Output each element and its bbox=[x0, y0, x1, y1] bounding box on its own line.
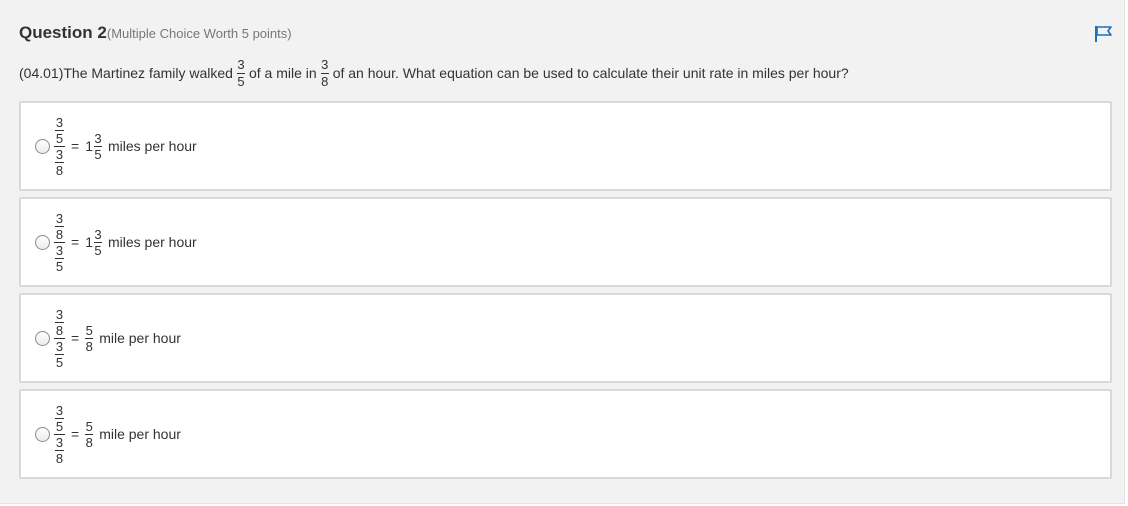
result-whole: 1 bbox=[85, 234, 93, 250]
radio-button[interactable] bbox=[35, 235, 50, 250]
fraction-denominator: 8 bbox=[321, 73, 329, 89]
question-prefix: (04.01)The Martinez family walked bbox=[19, 65, 233, 81]
complex-fraction: 3 8 3 5 bbox=[54, 308, 65, 369]
bottom-numerator: 3 bbox=[55, 338, 64, 354]
answer-option-2[interactable]: 3 8 3 5 = 1 3 5 miles per hour bbox=[19, 197, 1112, 287]
answer-option-1[interactable]: 3 5 3 8 = 1 3 5 miles per hour bbox=[19, 101, 1112, 191]
result-numerator: 3 bbox=[94, 226, 102, 242]
option-unit: mile per hour bbox=[99, 330, 181, 346]
bottom-numerator: 3 bbox=[55, 434, 64, 450]
result-fraction: 3 5 bbox=[93, 226, 102, 258]
radio-button[interactable] bbox=[35, 427, 50, 442]
result-denominator: 5 bbox=[94, 242, 102, 258]
top-numerator: 3 bbox=[55, 114, 64, 130]
top-numerator: 3 bbox=[55, 210, 64, 226]
question-suffix: of an hour. What equation can be used to… bbox=[332, 65, 849, 81]
equals-sign: = bbox=[71, 426, 80, 442]
bottom-denominator: 8 bbox=[55, 162, 64, 178]
question-title: Question 2 bbox=[19, 23, 107, 42]
result-value: 1 3 5 bbox=[85, 228, 102, 257]
question-mid: of a mile in bbox=[248, 65, 317, 81]
top-denominator: 8 bbox=[55, 226, 64, 242]
option-expression: 3 8 3 5 = 1 3 5 miles per hour bbox=[54, 199, 197, 285]
top-numerator: 3 bbox=[55, 306, 64, 322]
bottom-numerator: 3 bbox=[55, 242, 64, 258]
option-expression: 3 5 3 8 = 5 8 mile per hour bbox=[54, 391, 181, 477]
equals-sign: = bbox=[71, 138, 80, 154]
answer-option-3[interactable]: 3 8 3 5 = 5 8 mile per hour bbox=[19, 293, 1112, 383]
complex-fraction: 3 5 3 8 bbox=[54, 404, 65, 465]
option-expression: 3 8 3 5 = 5 8 mile per hour bbox=[54, 295, 181, 381]
bottom-denominator: 5 bbox=[55, 258, 64, 274]
result-denominator: 8 bbox=[85, 434, 93, 450]
result-numerator: 5 bbox=[85, 322, 93, 338]
question-header: Question 2(Multiple Choice Worth 5 point… bbox=[19, 23, 292, 43]
option-unit: mile per hour bbox=[99, 426, 181, 442]
top-numerator: 3 bbox=[55, 402, 64, 418]
equals-sign: = bbox=[71, 330, 80, 346]
fraction-denominator: 5 bbox=[237, 73, 245, 89]
fraction-time: 3 8 bbox=[320, 56, 329, 89]
option-unit: miles per hour bbox=[107, 138, 197, 154]
result-value: 5 8 bbox=[85, 418, 94, 450]
result-fraction: 5 8 bbox=[85, 322, 94, 354]
result-whole: 1 bbox=[85, 138, 93, 154]
result-denominator: 5 bbox=[94, 146, 102, 162]
result-fraction: 5 8 bbox=[85, 418, 94, 450]
bottom-denominator: 8 bbox=[55, 450, 64, 466]
bottom-numerator: 3 bbox=[55, 146, 64, 162]
top-denominator: 8 bbox=[55, 322, 64, 338]
result-value: 1 3 5 bbox=[85, 132, 102, 161]
question-panel: Question 2(Multiple Choice Worth 5 point… bbox=[0, 0, 1125, 504]
top-denominator: 5 bbox=[55, 130, 64, 146]
option-unit: miles per hour bbox=[107, 234, 197, 250]
top-denominator: 5 bbox=[55, 418, 64, 434]
fraction-distance: 3 5 bbox=[236, 56, 245, 89]
radio-button[interactable] bbox=[35, 331, 50, 346]
complex-fraction: 3 8 3 5 bbox=[54, 212, 65, 273]
question-text: (04.01)The Martinez family walked 3 5 of… bbox=[19, 54, 849, 92]
bottom-denominator: 5 bbox=[55, 354, 64, 370]
complex-fraction: 3 5 3 8 bbox=[54, 116, 65, 177]
radio-button[interactable] bbox=[35, 139, 50, 154]
result-numerator: 5 bbox=[85, 418, 93, 434]
result-numerator: 3 bbox=[94, 130, 102, 146]
answer-option-4[interactable]: 3 5 3 8 = 5 8 mile per hour bbox=[19, 389, 1112, 479]
result-fraction: 3 5 bbox=[93, 130, 102, 162]
fraction-numerator: 3 bbox=[321, 56, 329, 72]
result-value: 5 8 bbox=[85, 322, 94, 354]
option-expression: 3 5 3 8 = 1 3 5 miles per hour bbox=[54, 103, 197, 189]
flag-icon[interactable] bbox=[1094, 25, 1114, 43]
question-worth: (Multiple Choice Worth 5 points) bbox=[106, 26, 292, 41]
result-denominator: 8 bbox=[85, 338, 93, 354]
fraction-numerator: 3 bbox=[237, 56, 245, 72]
equals-sign: = bbox=[71, 234, 80, 250]
